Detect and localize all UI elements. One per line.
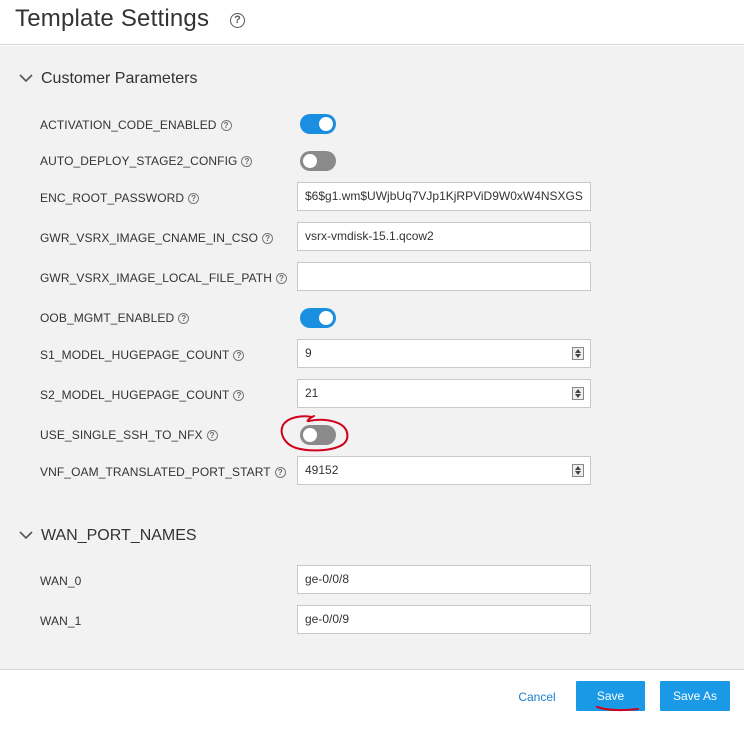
toggle-knob (319, 117, 333, 131)
help-icon[interactable]: ? (230, 13, 245, 28)
footer-bar: Cancel Save Save As (0, 669, 744, 729)
field-label: S2_MODEL_HUGEPAGE_COUNT? (40, 388, 245, 402)
help-icon[interactable]: ? (220, 120, 232, 131)
field-label: ENC_ROOT_PASSWORD? (40, 191, 200, 205)
chevron-down-icon (19, 531, 33, 540)
cancel-button[interactable]: Cancel (508, 687, 566, 707)
s1-model-hugepage-count-input[interactable]: 9 (297, 339, 591, 368)
toggle-knob (303, 428, 317, 442)
save-button[interactable]: Save (576, 681, 645, 711)
section-title: Customer Parameters (41, 70, 198, 87)
settings-panel: Customer Parameters ACTIVATION_CODE_ENAB… (0, 46, 744, 669)
field-label: AUTO_DEPLOY_STAGE2_CONFIG? (40, 154, 253, 168)
field-label: OOB_MGMT_ENABLED? (40, 311, 190, 325)
field-label: ACTIVATION_CODE_ENABLED? (40, 118, 232, 132)
help-icon[interactable]: ? (275, 273, 287, 284)
input-value: 9 (305, 346, 312, 360)
s2-model-hugepage-count-input[interactable]: 21 (297, 379, 591, 408)
wan-0-input[interactable]: ge-0/0/8 (297, 565, 591, 594)
vnf-oam-translated-port-start-input[interactable]: 49152 (297, 456, 591, 485)
help-icon[interactable]: ? (206, 430, 218, 441)
save-as-button[interactable]: Save As (660, 681, 730, 711)
oob-mgmt-enabled-toggle[interactable] (300, 308, 336, 328)
help-icon[interactable]: ? (241, 156, 253, 167)
help-icon[interactable]: ? (274, 467, 286, 478)
field-label: USE_SINGLE_SSH_TO_NFX? (40, 428, 218, 442)
field-label: WAN_0 (40, 574, 82, 588)
section-wan-port-names[interactable]: WAN_PORT_NAMES (18, 525, 238, 549)
toggle-knob (319, 311, 333, 325)
help-icon[interactable]: ? (233, 390, 245, 401)
help-icon[interactable]: ? (233, 350, 245, 361)
help-icon[interactable]: ? (178, 313, 190, 324)
field-label: WAN_1 (40, 614, 82, 628)
help-icon[interactable]: ? (262, 233, 274, 244)
field-label: VNF_OAM_TRANSLATED_PORT_START? (40, 465, 286, 479)
page-title: Template Settings (15, 5, 210, 32)
field-label: GWR_VSRX_IMAGE_CNAME_IN_CSO? (40, 231, 274, 245)
page-header: Template Settings ? (0, 0, 744, 45)
gwr-vsrx-image-cname-input[interactable]: vsrx-vmdisk-15.1.qcow2 (297, 222, 591, 251)
input-value: 21 (305, 386, 319, 400)
section-title: WAN_PORT_NAMES (41, 527, 197, 544)
auto-deploy-stage2-config-toggle[interactable] (300, 151, 336, 171)
help-icon[interactable]: ? (188, 193, 200, 204)
wan-1-input[interactable]: ge-0/0/9 (297, 605, 591, 634)
section-customer-parameters[interactable]: Customer Parameters (18, 68, 238, 92)
activation-code-enabled-toggle[interactable] (300, 114, 336, 134)
use-single-ssh-to-nfx-toggle[interactable] (300, 425, 336, 445)
chevron-down-icon (19, 74, 33, 83)
number-spinner[interactable] (572, 464, 584, 477)
field-label: S1_MODEL_HUGEPAGE_COUNT? (40, 348, 245, 362)
enc-root-password-input[interactable]: $6$g1.wm$UWjbUq7VJp1KjRPViD9W0xW4NSXGS (297, 182, 591, 211)
field-label: GWR_VSRX_IMAGE_LOCAL_FILE_PATH? (40, 271, 287, 285)
number-spinner[interactable] (572, 347, 584, 360)
gwr-vsrx-image-local-file-path-input[interactable] (297, 262, 591, 291)
toggle-knob (303, 154, 317, 168)
number-spinner[interactable] (572, 387, 584, 400)
input-value: 49152 (305, 463, 339, 477)
